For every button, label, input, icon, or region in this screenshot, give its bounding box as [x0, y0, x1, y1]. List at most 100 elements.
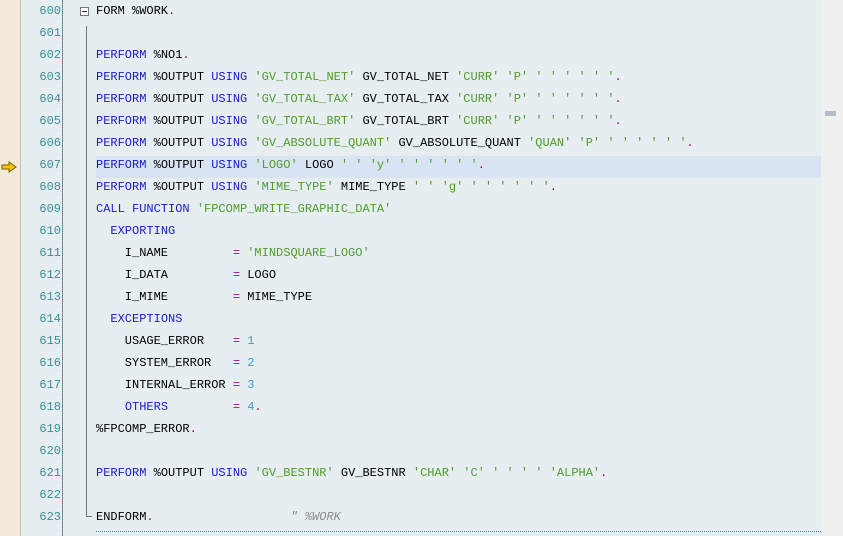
code-token: INTERNAL_ERROR [96, 378, 233, 392]
code-token: %OUTPUT [146, 92, 212, 106]
code-line[interactable]: 615 USAGE_ERROR = 1 [0, 330, 843, 352]
code-text: PERFORM %OUTPUT USING 'GV_BESTNR' GV_BES… [96, 462, 607, 484]
string-token: 'MINDSQUARE_LOGO' [247, 246, 370, 260]
operator-token: = [232, 246, 241, 260]
keyword-token: OTHERS [124, 400, 169, 414]
line-number: 605 [39, 114, 61, 128]
code-line[interactable]: 618 OTHERS = 4. [0, 396, 843, 418]
scrollbar-thumb[interactable] [825, 111, 836, 116]
code-text: INTERNAL_ERROR = 3 [96, 374, 255, 396]
line-number: 607 [39, 158, 61, 172]
code-line[interactable]: 613 I_MIME = MIME_TYPE [0, 286, 843, 308]
line-number: 617 [39, 378, 61, 392]
keyword-token: PERFORM [96, 70, 147, 84]
code-token: GV_ABSOLUTE_QUANT [391, 136, 529, 150]
code-line[interactable]: 609 CALL FUNCTION 'FPCOMP_WRITE_GRAPHIC_D… [0, 198, 843, 220]
code-line[interactable]: 605 PERFORM %OUTPUT USING 'GV_TOTAL_BRT' … [0, 110, 843, 132]
line-number: 602 [39, 48, 61, 62]
keyword-token: PERFORM [96, 466, 147, 480]
code-line[interactable]: 621 PERFORM %OUTPUT USING 'GV_BESTNR' GV_… [0, 462, 843, 484]
line-number: 618 [39, 400, 61, 414]
string-token: 'LOGO' [254, 158, 298, 172]
code-text: I_DATA = LOGO [96, 264, 276, 286]
code-line[interactable]: 604 PERFORM %OUTPUT USING 'GV_TOTAL_TAX' … [0, 88, 843, 110]
code-token: SYSTEM_ERROR [96, 356, 233, 370]
code-text: I_MIME = MIME_TYPE [96, 286, 312, 308]
keyword-token: USING [211, 70, 248, 84]
code-text: PERFORM %OUTPUT USING 'GV_TOTAL_TAX' GV_… [96, 88, 622, 110]
code-line[interactable]: 603 PERFORM %OUTPUT USING 'GV_TOTAL_NET' … [0, 66, 843, 88]
operator-token: = [232, 400, 241, 414]
string-token: 'GV_TOTAL_NET' [254, 70, 356, 84]
code-text: PERFORM %OUTPUT USING 'MIME_TYPE' MIME_T… [96, 176, 557, 198]
code-line[interactable]: 611 I_NAME = 'MINDSQUARE_LOGO' [0, 242, 843, 264]
code-line[interactable]: 622 [0, 484, 843, 506]
operator-token: . [614, 114, 622, 128]
keyword-token: USING [211, 92, 248, 106]
code-token: %OUTPUT [146, 180, 212, 194]
keyword-token: PERFORM [96, 92, 147, 106]
code-line[interactable]: 601 [0, 22, 843, 44]
code-text: I_NAME = 'MINDSQUARE_LOGO' [96, 242, 370, 264]
line-number: 623 [39, 510, 61, 524]
line-number: 609 [39, 202, 61, 216]
code-text: ENDFORM. " %WORK [96, 506, 341, 528]
code-token: GV_TOTAL_NET [355, 70, 457, 84]
code-token: %OUTPUT [146, 158, 212, 172]
code-line[interactable]: 623 ENDFORM. " %WORK [0, 506, 843, 528]
code-line[interactable]: 620 [0, 440, 843, 462]
vertical-scrollbar[interactable] [821, 0, 843, 536]
code-text: USAGE_ERROR = 1 [96, 330, 255, 352]
code-line[interactable]: 606 PERFORM %OUTPUT USING 'GV_ABSOLUTE_QU… [0, 132, 843, 154]
operator-token: = [232, 356, 241, 370]
string-token: 'GV_TOTAL_TAX' [254, 92, 356, 106]
line-number: 620 [39, 444, 61, 458]
number-token: 1 [247, 334, 255, 348]
string-token: ' ' 'g' ' ' ' ' ' ' [412, 180, 550, 194]
code-token: ENDFORM [96, 510, 147, 524]
operator-token: . [477, 158, 485, 172]
code-line[interactable]: 607 PERFORM %OUTPUT USING 'LOGO' LOGO ' '… [0, 154, 843, 176]
code-line[interactable]: 617 INTERNAL_ERROR = 3 [0, 374, 843, 396]
operator-token: = [232, 334, 241, 348]
code-line[interactable]: 619 %FPCOMP_ERROR. [0, 418, 843, 440]
operator-token: . [254, 400, 262, 414]
string-token: 'CURR' 'P' ' ' ' ' ' ' [456, 114, 615, 128]
code-line[interactable]: 616 SYSTEM_ERROR = 2 [0, 352, 843, 374]
string-token: 'QUAN' 'P' ' ' ' ' ' ' [528, 136, 687, 150]
code-line[interactable]: 610 EXPORTING [0, 220, 843, 242]
code-text: PERFORM %NO1. [96, 44, 190, 66]
code-line[interactable]: 608 PERFORM %OUTPUT USING 'MIME_TYPE' MIM… [0, 176, 843, 198]
code-token: %FPCOMP_ERROR [96, 422, 190, 436]
code-token: %OUTPUT [146, 114, 212, 128]
string-token: 'CURR' 'P' ' ' ' ' ' ' [456, 70, 615, 84]
comment-token: " %WORK [290, 510, 341, 524]
number-token: 3 [247, 378, 255, 392]
code-token: I_NAME [96, 246, 233, 260]
code-token: LOGO [297, 158, 341, 172]
operator-token: . [686, 136, 694, 150]
code-line[interactable]: 614 EXCEPTIONS [0, 308, 843, 330]
code-token: LOGO [240, 268, 277, 282]
code-token: MIME_TYPE [240, 290, 313, 304]
line-number: 610 [39, 224, 61, 238]
line-number: 612 [39, 268, 61, 282]
code-token: USAGE_ERROR [96, 334, 233, 348]
number-token: 2 [247, 356, 255, 370]
code-line[interactable]: 600 FORM %WORK. [0, 0, 843, 22]
code-line[interactable]: 612 I_DATA = LOGO [0, 264, 843, 286]
line-number: 600 [39, 4, 61, 18]
keyword-token: PERFORM [96, 48, 147, 62]
keyword-token: CALL FUNCTION [96, 202, 190, 216]
string-token: 'MIME_TYPE' [254, 180, 334, 194]
keyword-token: PERFORM [96, 158, 147, 172]
code-token: MIME_TYPE [333, 180, 413, 194]
code-line[interactable]: 602 PERFORM %NO1. [0, 44, 843, 66]
line-number: 606 [39, 136, 61, 150]
line-number: 603 [39, 70, 61, 84]
